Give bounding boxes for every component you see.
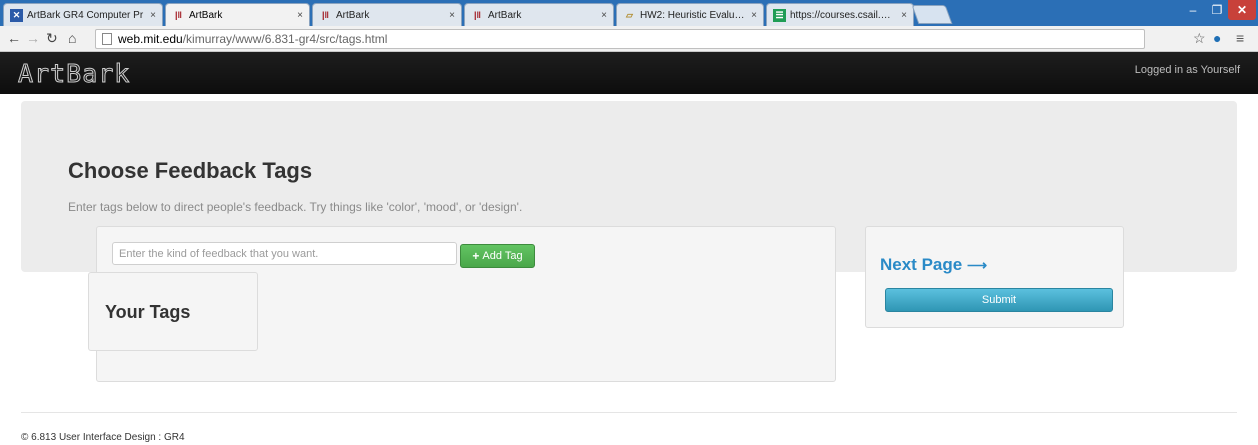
- tab-title: https://courses.csail.mit.e: [790, 9, 898, 21]
- browser-tab[interactable]: ▱ HW2: Heuristic Evaluation ×: [616, 3, 764, 26]
- add-tag-label: Add Tag: [482, 250, 523, 262]
- close-tab-icon[interactable]: ×: [449, 10, 455, 21]
- browser-tab-active[interactable]: |‖ ArtBark ×: [165, 3, 310, 26]
- back-arrow-icon[interactable]: ←: [7, 30, 21, 46]
- folder-icon: ▱: [626, 9, 633, 20]
- restore-icon[interactable]: ❐: [1206, 0, 1228, 20]
- browser-tab[interactable]: |‖ ArtBark ×: [312, 3, 462, 26]
- page-icon: [102, 33, 112, 45]
- close-window-icon[interactable]: ✕: [1228, 0, 1256, 20]
- address-bar[interactable]: web.mit.edu/kimurray/www/6.831-gr4/src/t…: [95, 29, 1145, 49]
- minimize-icon[interactable]: –: [1180, 0, 1206, 20]
- url-host: web.mit.edu: [118, 32, 183, 46]
- close-tab-icon[interactable]: ×: [901, 10, 907, 21]
- forward-arrow-icon[interactable]: →: [26, 30, 40, 46]
- site-header: ArtBark Logged in as Yourself: [0, 52, 1258, 94]
- arrow-right-icon: ⟶: [966, 257, 988, 273]
- tab-title: ArtBark: [336, 9, 370, 21]
- plus-icon: +: [472, 249, 480, 263]
- add-tag-button[interactable]: + Add Tag: [460, 244, 535, 268]
- browser-tab[interactable]: |‖ ArtBark ×: [464, 3, 614, 26]
- close-tab-icon[interactable]: ×: [751, 10, 757, 21]
- footer-divider: [21, 412, 1237, 413]
- close-tab-icon[interactable]: ×: [150, 10, 156, 21]
- tab-title: HW2: Heuristic Evaluation: [640, 9, 748, 21]
- your-tags-heading: Your Tags: [105, 302, 191, 322]
- browser-tab[interactable]: ✕ ArtBark GR4 Computer Pr ×: [3, 3, 163, 26]
- your-tags-panel: Your Tags: [88, 272, 258, 351]
- new-tab-button[interactable]: [911, 5, 953, 24]
- site-logo[interactable]: ArtBark: [17, 59, 130, 89]
- artbark-icon: |‖: [175, 10, 182, 20]
- submit-button[interactable]: Submit: [885, 288, 1113, 312]
- next-page-heading: Next Page ⟶: [880, 255, 987, 275]
- tab-title: ArtBark: [189, 9, 223, 21]
- bookmark-star-icon[interactable]: ☆: [1193, 30, 1206, 47]
- url-path: /kimurray/www/6.831-gr4/src/tags.html: [182, 32, 388, 46]
- tab-title: ArtBark: [488, 9, 522, 21]
- browser-tab[interactable]: ☰ https://courses.csail.mit.e ×: [766, 3, 914, 26]
- logged-in-status: Logged in as Yourself: [1134, 64, 1240, 76]
- browser-toolbar: ← → ↻ ⌂ web.mit.edu/kimurray/www/6.831-g…: [0, 26, 1258, 52]
- people-icon: ✕: [10, 8, 23, 22]
- artbark-icon: |‖: [474, 10, 481, 20]
- page-title: Choose Feedback Tags: [68, 158, 313, 183]
- extension-icon[interactable]: ●: [1213, 30, 1221, 46]
- artbark-icon: |‖: [322, 10, 329, 20]
- tab-title: ArtBark GR4 Computer Pr: [27, 9, 144, 21]
- page-subtitle: Enter tags below to direct people's feed…: [68, 200, 523, 214]
- next-page-panel: [865, 226, 1124, 328]
- reload-icon[interactable]: ↻: [46, 30, 58, 47]
- tag-input[interactable]: [112, 242, 457, 265]
- next-page-label: Next Page: [880, 255, 963, 274]
- home-icon[interactable]: ⌂: [68, 30, 76, 46]
- browser-tab-strip: ✕ ArtBark GR4 Computer Pr × |‖ ArtBark ×…: [0, 0, 1258, 26]
- spreadsheet-icon: ☰: [773, 8, 786, 22]
- menu-icon[interactable]: ≡: [1236, 30, 1244, 46]
- footer-text: © 6.813 User Interface Design : GR4: [21, 432, 185, 443]
- close-tab-icon[interactable]: ×: [297, 10, 303, 21]
- close-tab-icon[interactable]: ×: [601, 10, 607, 21]
